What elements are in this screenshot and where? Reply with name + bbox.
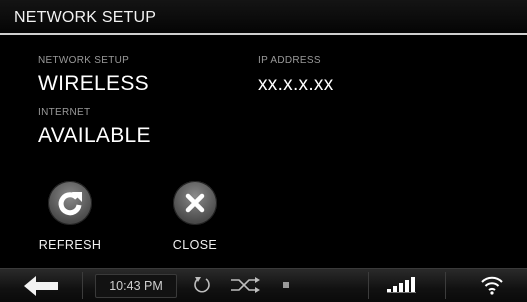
refresh-label: REFRESH	[38, 238, 102, 252]
refresh-button[interactable]: REFRESH	[25, 181, 115, 252]
title-bar: NETWORK SETUP	[0, 0, 527, 35]
page-title: NETWORK SETUP	[14, 9, 157, 26]
ip-address-label: IP ADDRESS	[258, 55, 321, 66]
taskbar-divider	[368, 272, 369, 299]
stop-icon[interactable]	[283, 282, 289, 288]
shuffle-icon[interactable]	[230, 277, 260, 298]
network-setup-screen: NETWORK SETUP NETWORK SETUP WIRELESS INT…	[0, 0, 527, 302]
refresh-icon[interactable]	[48, 181, 92, 225]
internet-label: INTERNET	[38, 107, 91, 118]
ip-address-value: xx.x.x.xx	[258, 74, 334, 95]
internet-value: AVAILABLE	[38, 124, 151, 147]
taskbar-divider	[445, 272, 446, 299]
back-arrow-icon[interactable]	[24, 276, 58, 301]
rotate-icon[interactable]	[192, 275, 212, 300]
clock: 10:43 PM	[95, 274, 177, 298]
network-setup-value: WIRELESS	[38, 72, 149, 95]
wifi-icon[interactable]	[481, 275, 503, 300]
network-setup-label: NETWORK SETUP	[38, 55, 130, 66]
taskbar: 10:43 PM	[0, 268, 527, 302]
signal-bars-icon[interactable]	[387, 277, 417, 298]
close-label: CLOSE	[172, 238, 218, 252]
taskbar-divider	[82, 272, 83, 299]
close-button[interactable]: CLOSE	[150, 181, 240, 252]
close-icon[interactable]	[173, 181, 217, 225]
